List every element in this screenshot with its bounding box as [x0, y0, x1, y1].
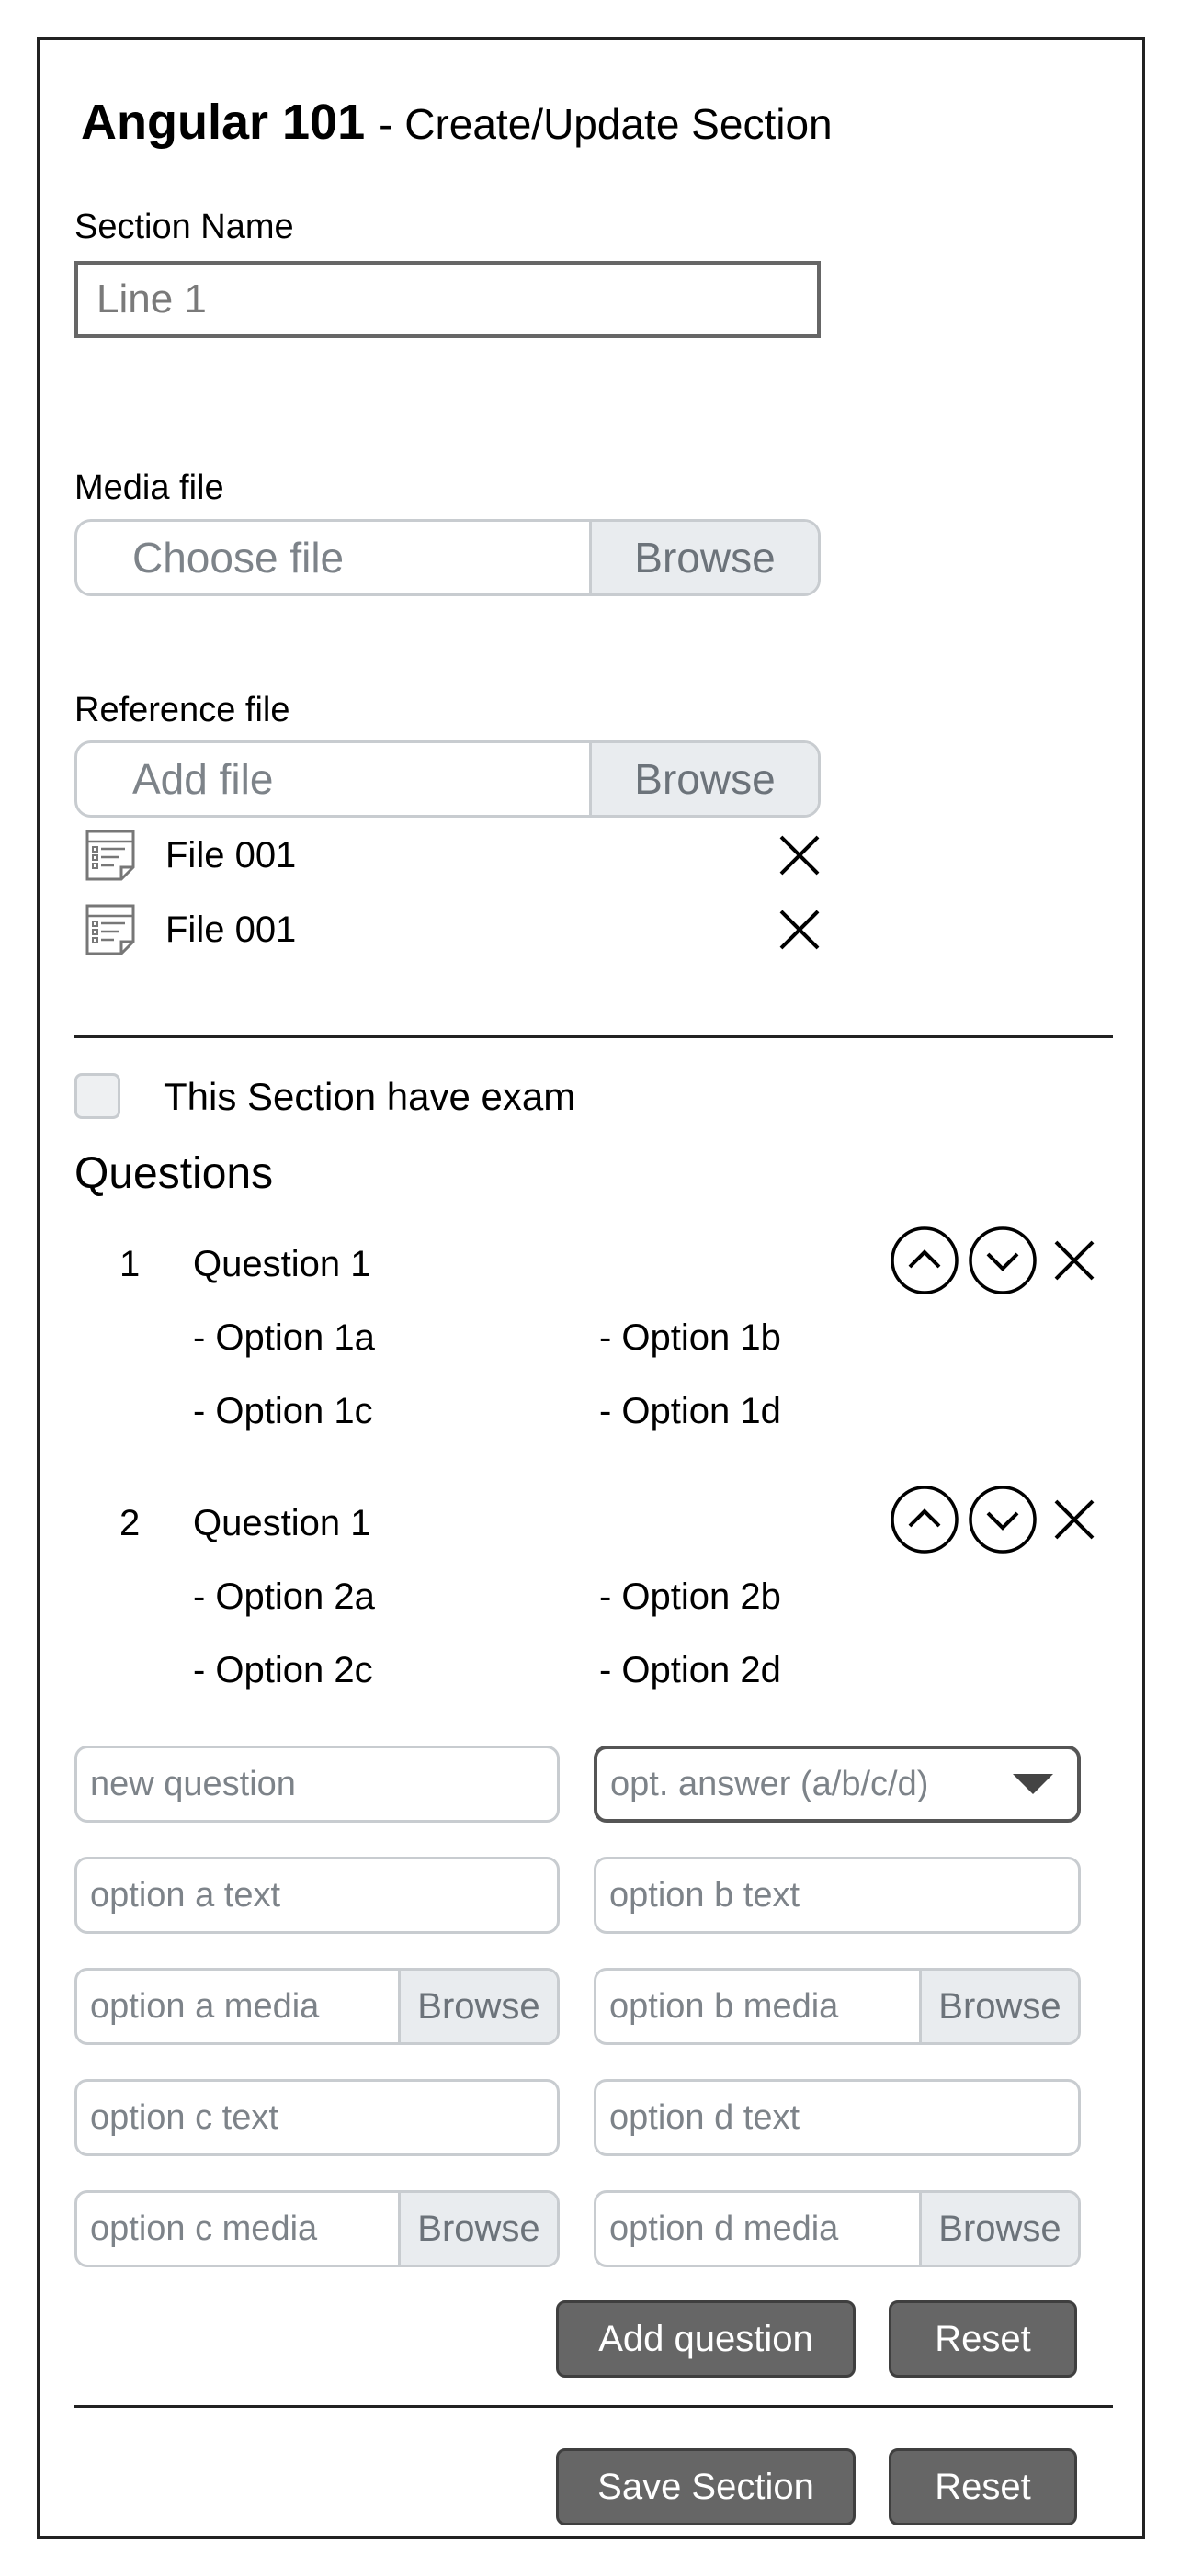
delete-question-icon[interactable]: [1052, 1497, 1096, 1542]
page-title: Angular 101 - Create/Update Section: [81, 94, 833, 151]
course-title: Angular 101: [81, 95, 366, 150]
option-a-media-placeholder: option a media: [90, 1986, 320, 2026]
option-b-media-placeholder: option b media: [609, 1986, 839, 2026]
file-name: File 001: [165, 909, 297, 950]
remove-file-icon[interactable]: [777, 908, 822, 952]
question-number: 2: [119, 1503, 141, 1543]
media-file-placeholder: Choose file: [132, 534, 345, 582]
reference-browse-button[interactable]: Browse: [589, 743, 818, 815]
question-option: - Option 2b: [599, 1576, 781, 1617]
reset-section-button[interactable]: Reset: [889, 2448, 1077, 2525]
add-question-button[interactable]: Add question: [556, 2300, 856, 2378]
media-browse-button[interactable]: Browse: [589, 522, 818, 593]
question-option: - Option 1c: [193, 1391, 373, 1431]
option-c-media-placeholder: option c media: [90, 2209, 318, 2248]
question-option: - Option 1b: [599, 1317, 781, 1358]
question-option: - Option 2c: [193, 1650, 373, 1690]
file-document-icon: [85, 830, 135, 881]
option-c-media-input[interactable]: option c media Browse: [74, 2190, 560, 2267]
question-option: - Option 2a: [193, 1576, 375, 1617]
section-name-label: Section Name: [74, 208, 294, 246]
questions-heading: Questions: [74, 1149, 274, 1198]
remove-file-icon[interactable]: [777, 833, 822, 877]
media-file-input[interactable]: Choose file Browse: [74, 519, 821, 596]
option-d-media-placeholder: option d media: [609, 2209, 839, 2248]
page-subtitle: - Create/Update Section: [379, 100, 833, 148]
question-option: - Option 1d: [599, 1391, 781, 1431]
footer-divider: [74, 2405, 1113, 2408]
section-name-input[interactable]: Line 1: [74, 261, 821, 338]
question-option: - Option 1a: [193, 1317, 375, 1358]
move-down-icon[interactable]: [968, 1485, 1038, 1554]
answer-select[interactable]: opt. answer (a/b/c/d): [594, 1746, 1081, 1823]
move-up-icon[interactable]: [890, 1485, 959, 1554]
move-up-icon[interactable]: [890, 1226, 959, 1295]
file-list-item: File 001: [85, 901, 822, 958]
option-a-text-input[interactable]: option a text: [74, 1857, 560, 1934]
save-section-button[interactable]: Save Section: [556, 2448, 856, 2525]
answer-select-placeholder: opt. answer (a/b/c/d): [610, 1764, 929, 1803]
option-b-browse-button[interactable]: Browse: [919, 1971, 1078, 2042]
media-file-label: Media file: [74, 469, 224, 507]
move-down-icon[interactable]: [968, 1226, 1038, 1295]
delete-question-icon[interactable]: [1052, 1238, 1096, 1282]
dropdown-caret-icon: [1013, 1774, 1053, 1794]
reference-file-placeholder: Add file: [132, 755, 274, 803]
option-b-media-input[interactable]: option b media Browse: [594, 1968, 1081, 2045]
section-divider: [74, 1035, 1113, 1038]
option-a-browse-button[interactable]: Browse: [398, 1971, 557, 2042]
file-document-icon: [85, 904, 135, 955]
reference-file-input[interactable]: Add file Browse: [74, 740, 821, 818]
option-a-media-input[interactable]: option a media Browse: [74, 1968, 560, 2045]
option-d-media-input[interactable]: option d media Browse: [594, 2190, 1081, 2267]
question-option: - Option 2d: [599, 1650, 781, 1690]
question-text: Question 1: [193, 1503, 371, 1543]
file-name: File 001: [165, 834, 297, 876]
option-c-browse-button[interactable]: Browse: [398, 2193, 557, 2265]
option-d-text-input[interactable]: option d text: [594, 2079, 1081, 2156]
question-number: 1: [119, 1244, 141, 1284]
file-list-item: File 001: [85, 827, 822, 884]
new-question-input[interactable]: new question: [74, 1746, 560, 1823]
question-text: Question 1: [193, 1244, 371, 1284]
reset-question-button[interactable]: Reset: [889, 2300, 1077, 2378]
exam-checkbox[interactable]: [74, 1073, 120, 1119]
option-d-browse-button[interactable]: Browse: [919, 2193, 1078, 2265]
option-c-text-input[interactable]: option c text: [74, 2079, 560, 2156]
reference-file-label: Reference file: [74, 691, 290, 729]
option-b-text-input[interactable]: option b text: [594, 1857, 1081, 1934]
exam-checkbox-label: This Section have exam: [164, 1075, 576, 1118]
